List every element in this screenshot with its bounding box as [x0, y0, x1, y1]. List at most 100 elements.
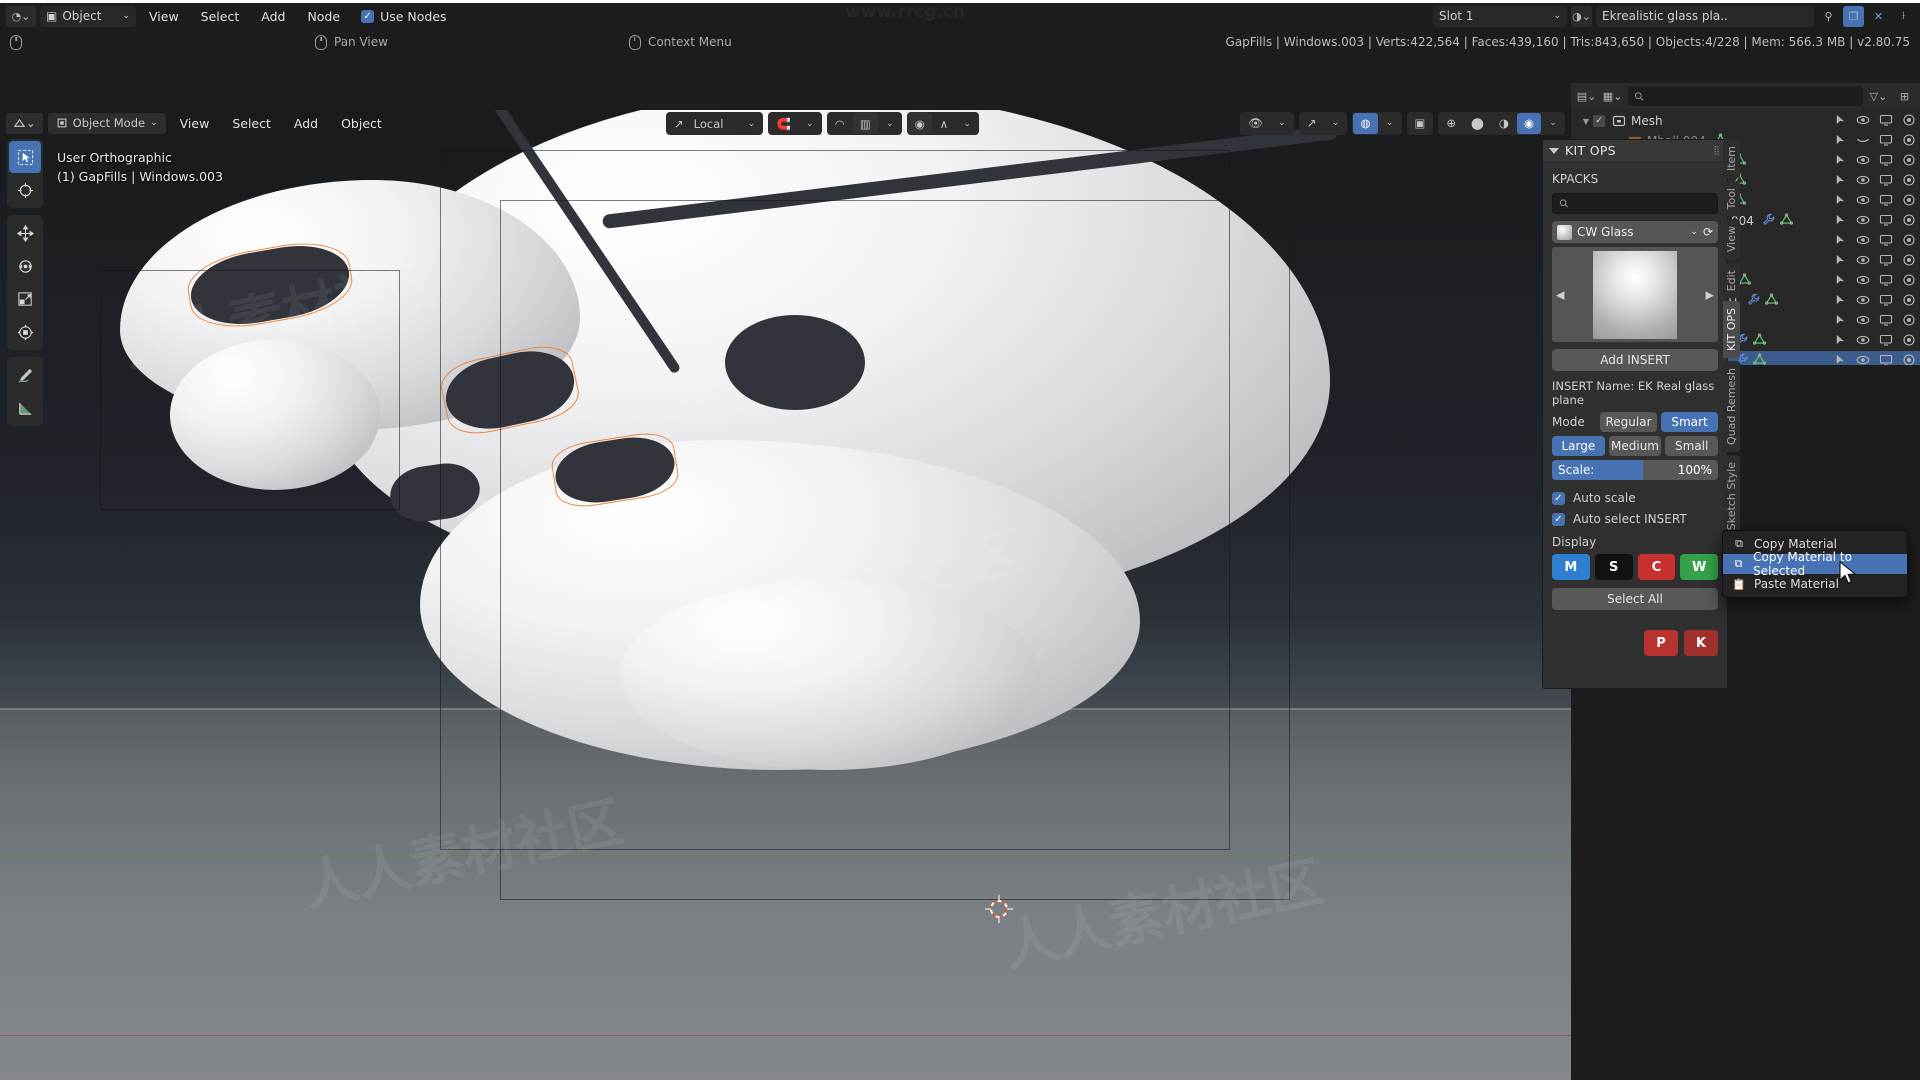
disable-in-viewport-icon[interactable] — [1879, 293, 1893, 310]
kitops-panel-header[interactable]: KIT OPS ⣿ — [1543, 140, 1727, 161]
disable-in-viewport-icon[interactable] — [1879, 233, 1893, 250]
snap-group[interactable]: 🧲 ⌄ — [768, 112, 822, 135]
proportional-falloff-icon[interactable]: ▥ — [852, 113, 878, 134]
overlays-icon[interactable]: ◍ — [1353, 112, 1378, 134]
eye-open-icon[interactable] — [1856, 313, 1870, 330]
editor-type-icon[interactable]: ⌄ — [6, 112, 43, 134]
sidebar-tab-item[interactable]: Item — [1723, 139, 1740, 179]
overlay-group[interactable]: ◍ ⌄ — [1352, 111, 1402, 135]
selectable-arrow-icon[interactable] — [1834, 333, 1847, 349]
kitops-k-button[interactable]: K — [1684, 630, 1718, 656]
disable-in-viewport-icon[interactable] — [1879, 153, 1893, 170]
rendered-shading-icon[interactable]: ◉ — [1516, 112, 1541, 134]
viewport-menu-view[interactable]: View — [171, 112, 219, 134]
xray-icon[interactable]: ▣ — [1408, 113, 1433, 134]
panel-drag-handle[interactable]: ⣿ — [1713, 146, 1721, 156]
pin-icon[interactable]: ⚲ — [1818, 6, 1839, 27]
disable-in-render-icon[interactable] — [1902, 273, 1916, 290]
disable-in-render-icon[interactable] — [1902, 113, 1916, 130]
select-box-tool[interactable] — [9, 141, 41, 173]
visibility-group[interactable]: 👁 ⌄ — [1240, 111, 1294, 135]
disable-in-render-icon[interactable] — [1902, 193, 1916, 210]
object-mode-selector[interactable]: Object Mode ⌄ — [47, 112, 166, 134]
node-material-field[interactable]: Ekrealistic glass pla.. — [1596, 5, 1814, 27]
display-solid-button[interactable]: S — [1594, 554, 1633, 580]
auto-scale-checkbox[interactable]: ✓ — [1552, 491, 1565, 505]
mesh-data-icon[interactable] — [1765, 293, 1779, 309]
kitops-p-button[interactable]: P — [1644, 630, 1678, 656]
select-all-button[interactable]: Select All — [1552, 588, 1718, 610]
mode-regular-button[interactable]: Regular — [1600, 412, 1657, 432]
disable-in-render-icon[interactable] — [1902, 233, 1916, 250]
selectable-arrow-icon[interactable] — [1834, 113, 1847, 129]
viewport-menu-object[interactable]: Object — [332, 112, 391, 134]
wireframe-shading-icon[interactable]: ⊕ — [1439, 113, 1463, 134]
display-cutter-button[interactable]: C — [1637, 554, 1676, 580]
next-insert-arrow-icon[interactable]: ▶ — [1706, 288, 1714, 301]
viewport-menu-select[interactable]: Select — [223, 112, 280, 134]
outliner-disclosure-icon[interactable]: ▼ — [1579, 117, 1593, 126]
material-context-menu[interactable]: ⧉ Copy Material ⧉ Copy Material to Selected… — [1722, 530, 1908, 598]
selectable-arrow-icon[interactable] — [1834, 293, 1847, 309]
transform-tool[interactable] — [9, 316, 41, 348]
disable-in-viewport-icon[interactable] — [1879, 213, 1893, 230]
disable-in-viewport-icon[interactable] — [1879, 193, 1893, 210]
snap-chevron-down-icon[interactable]: ⌄ — [799, 113, 821, 134]
extra-chevron-down-icon[interactable]: ⌄ — [956, 113, 978, 134]
transform-orientation-group[interactable]: ↗ Local ⌄ — [666, 112, 764, 135]
modifier-icon[interactable] — [1747, 293, 1760, 309]
eye-open-icon[interactable] — [1856, 173, 1870, 190]
browse-icon[interactable]: ⟊ — [1893, 6, 1914, 27]
disable-in-render-icon[interactable] — [1902, 133, 1916, 150]
kpack-search-field[interactable] — [1572, 197, 1711, 210]
prev-insert-arrow-icon[interactable]: ◀ — [1556, 288, 1564, 301]
shader-editor-icon[interactable]: ◔⌄ — [6, 5, 36, 27]
mode-smart-button[interactable]: Smart — [1661, 412, 1718, 432]
outliner-display-mode-icon[interactable]: ▦⌄ — [1602, 85, 1623, 107]
auto-select-insert-checkbox[interactable]: ✓ — [1552, 512, 1565, 526]
eye-open-icon[interactable] — [1856, 233, 1870, 250]
new-collection-icon[interactable]: ⊞ — [1894, 85, 1915, 107]
sidebar-tab-view[interactable]: View — [1723, 219, 1740, 260]
disable-in-viewport-icon[interactable] — [1879, 333, 1893, 350]
eye-open-icon[interactable] — [1856, 273, 1870, 290]
disable-in-viewport-icon[interactable] — [1879, 173, 1893, 190]
selectable-arrow-icon[interactable] — [1834, 193, 1847, 209]
orientation-chevron-down-icon[interactable]: ⌄ — [740, 113, 762, 134]
disable-in-viewport-icon[interactable] — [1879, 273, 1893, 290]
eye-open-icon[interactable] — [1856, 153, 1870, 170]
outliner-editor-type-icon[interactable]: ▤⌄ — [1576, 85, 1597, 107]
sidebar-tab-edit[interactable]: Edit — [1723, 262, 1740, 298]
size-large-button[interactable]: Large — [1552, 436, 1605, 456]
mesh-data-icon[interactable] — [1779, 213, 1793, 229]
sidebar-tab-sketch-style[interactable]: Sketch Style — [1723, 454, 1740, 537]
overlay-chevron-down-icon[interactable]: ⌄ — [1379, 113, 1401, 134]
duplicate-icon[interactable]: ❐ — [1843, 5, 1864, 27]
add-insert-button[interactable]: Add INSERT — [1552, 349, 1718, 371]
disable-in-viewport-icon[interactable] — [1879, 353, 1893, 365]
selectable-arrow-icon[interactable] — [1834, 253, 1847, 269]
move-tool[interactable] — [9, 217, 41, 249]
insert-preview[interactable]: ◀ ▶ — [1552, 247, 1718, 342]
kitops-panel[interactable]: KIT OPS ⣿ KPACKS CW Glass ⌄ ⟳ ◀ ▶ Add IN… — [1542, 139, 1728, 689]
shader-type-selector[interactable]: ▣ Object ⌄ — [40, 5, 136, 27]
disable-in-viewport-icon[interactable] — [1879, 313, 1893, 330]
eye-open-icon[interactable] — [1856, 213, 1870, 230]
eye-open-icon[interactable] — [1856, 293, 1870, 310]
eye-open-icon[interactable] — [1856, 193, 1870, 210]
mesh-data-icon[interactable] — [1753, 333, 1767, 349]
disable-in-render-icon[interactable] — [1902, 173, 1916, 190]
scale-tool[interactable] — [9, 283, 41, 315]
refresh-icon[interactable]: ⟳ — [1703, 225, 1713, 239]
mesh-data-icon[interactable] — [1738, 273, 1752, 289]
selectable-arrow-icon[interactable] — [1834, 273, 1847, 289]
selectable-arrow-icon[interactable] — [1834, 213, 1847, 229]
kpack-search-input[interactable] — [1552, 193, 1718, 214]
outliner-row[interactable]: ▼ ✓ Mesh — [1571, 111, 1920, 131]
eye-closed-icon[interactable] — [1856, 133, 1870, 150]
object-visibility-icon[interactable]: 👁 — [1241, 113, 1270, 134]
rotate-tool[interactable] — [9, 250, 41, 282]
display-material-button[interactable]: M — [1552, 554, 1590, 580]
node-menu-view[interactable]: View — [140, 5, 188, 27]
modifier-icon[interactable] — [1762, 213, 1775, 229]
